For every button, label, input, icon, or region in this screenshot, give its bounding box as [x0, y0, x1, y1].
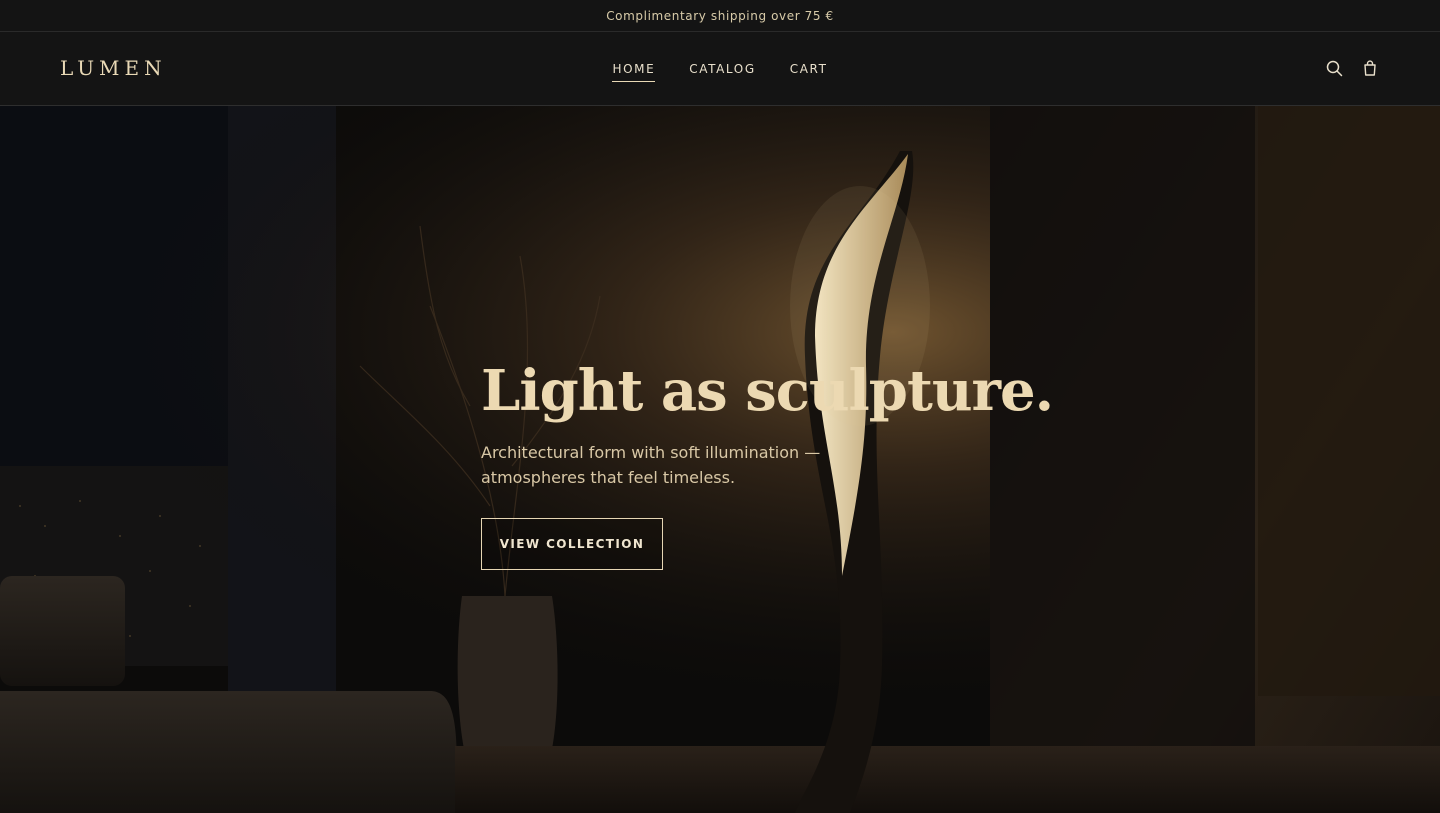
announcement-text: Complimentary shipping over 75 €	[606, 8, 834, 23]
site-header: LUMEN HOME CATALOG CART	[0, 32, 1440, 106]
hero-content: Light as sculpture. Architectural form w…	[481, 358, 1054, 570]
hero-section: Light as sculpture. Architectural form w…	[0, 106, 1440, 813]
nav-home[interactable]: HOME	[612, 56, 656, 82]
nav-cart[interactable]: CART	[790, 56, 828, 82]
brand-logo[interactable]: LUMEN	[60, 56, 167, 80]
nav-catalog[interactable]: CATALOG	[689, 56, 755, 82]
search-icon[interactable]	[1324, 58, 1344, 78]
hero-headline: Light as sculpture.	[481, 358, 1054, 424]
main-nav: HOME CATALOG CART	[0, 32, 1440, 106]
announcement-bar: Complimentary shipping over 75 €	[0, 0, 1440, 32]
shopping-bag-icon[interactable]	[1360, 58, 1380, 78]
hero-subtitle: Architectural form with soft illuminatio…	[481, 443, 821, 487]
view-collection-button[interactable]: VIEW COLLECTION	[481, 518, 663, 570]
header-icons	[1324, 58, 1380, 78]
